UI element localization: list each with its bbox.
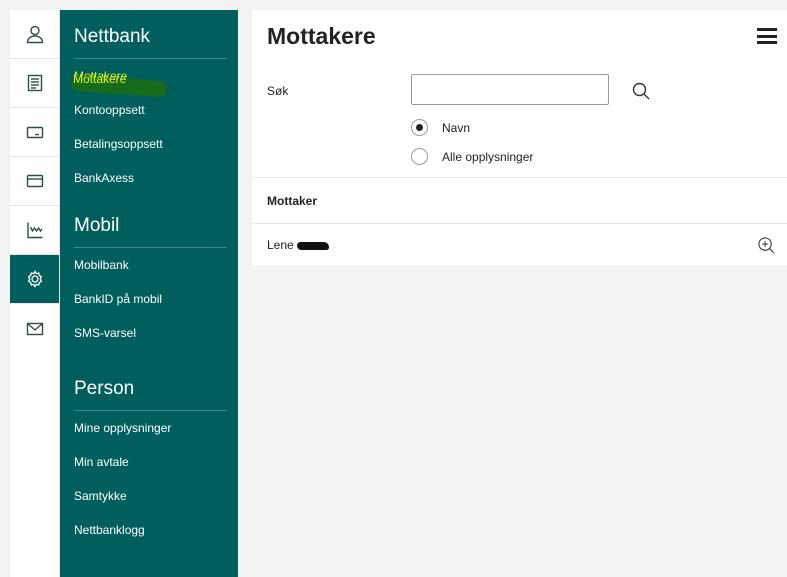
- search-section: Søk Navn Alle opplysninger: [252, 62, 787, 178]
- user-icon: [26, 25, 43, 44]
- rail-item-profile[interactable]: [10, 10, 59, 59]
- menu-list-mobil: Mobilbank BankID på mobil SMS-varsel: [74, 248, 227, 350]
- radio-option-navn[interactable]: Navn: [411, 119, 470, 136]
- rail-item-savings[interactable]: [10, 206, 59, 255]
- radio-label-alle: Alle opplysninger: [442, 149, 534, 164]
- menu-item-betalingsoppsett[interactable]: Betalingsoppsett: [74, 127, 227, 161]
- menu-item-mine-opplysninger[interactable]: Mine opplysninger: [74, 411, 227, 445]
- section-heading-nettbank: Nettbank: [74, 26, 227, 59]
- column-header-mottaker: Mottaker: [252, 178, 787, 224]
- rail-item-cards[interactable]: [10, 108, 59, 157]
- rail-item-messages[interactable]: [10, 304, 59, 353]
- document-icon: [27, 74, 42, 92]
- menu-item-bankaxess[interactable]: BankAxess: [74, 161, 227, 195]
- recipient-first-name: Lene: [267, 238, 294, 252]
- recipient-name: Lene: [267, 238, 329, 252]
- wallet-icon: [26, 174, 43, 188]
- current-item-overlay: Mottakere: [73, 72, 127, 86]
- redaction-scribble: [296, 241, 329, 250]
- chart-icon: [26, 222, 43, 239]
- table-row[interactable]: Lene: [252, 224, 787, 267]
- menu-list-person: Mine opplysninger Min avtale Samtykke Ne…: [74, 411, 227, 547]
- hamburger-menu-icon[interactable]: [757, 28, 777, 44]
- menu-item-sms-varsel[interactable]: SMS-varsel: [74, 316, 227, 350]
- card-icon: [26, 126, 43, 139]
- radio-label-navn: Navn: [442, 120, 471, 135]
- search-label: Søk: [267, 84, 289, 98]
- radio-button-selected[interactable]: [411, 119, 428, 136]
- menu-item-nettbanklogg[interactable]: Nettbanklogg: [74, 513, 227, 547]
- menu-item-min-avtale[interactable]: Min avtale: [74, 445, 227, 479]
- menu-item-mobilbank[interactable]: Mobilbank: [74, 248, 227, 282]
- radio-button[interactable]: [411, 148, 428, 165]
- section-heading-person: Person: [74, 378, 227, 411]
- rail-item-accounts[interactable]: [10, 157, 59, 206]
- menu-item-kontooppsett[interactable]: Kontooppsett: [74, 93, 227, 127]
- rail-item-documents[interactable]: [10, 59, 59, 108]
- mail-icon: [26, 322, 43, 335]
- radio-option-alle[interactable]: Alle opplysninger: [411, 148, 533, 165]
- icon-rail: [10, 10, 60, 577]
- gear-icon: [27, 270, 42, 288]
- search-input[interactable]: [411, 74, 609, 105]
- menu-item-bankid-mobil[interactable]: BankID på mobil: [74, 282, 227, 316]
- page-title: Mottakere: [267, 22, 376, 49]
- menu-item-samtykke[interactable]: Samtykke: [74, 479, 227, 513]
- section-heading-mobil: Mobil: [74, 215, 227, 248]
- title-bar: Mottakere: [252, 10, 787, 62]
- main-panel: Mottakere Søk Navn Alle opplysninger Mot…: [252, 10, 787, 268]
- search-icon[interactable]: [631, 81, 651, 101]
- zoom-in-icon[interactable]: [757, 236, 776, 255]
- rail-item-settings[interactable]: [10, 255, 59, 304]
